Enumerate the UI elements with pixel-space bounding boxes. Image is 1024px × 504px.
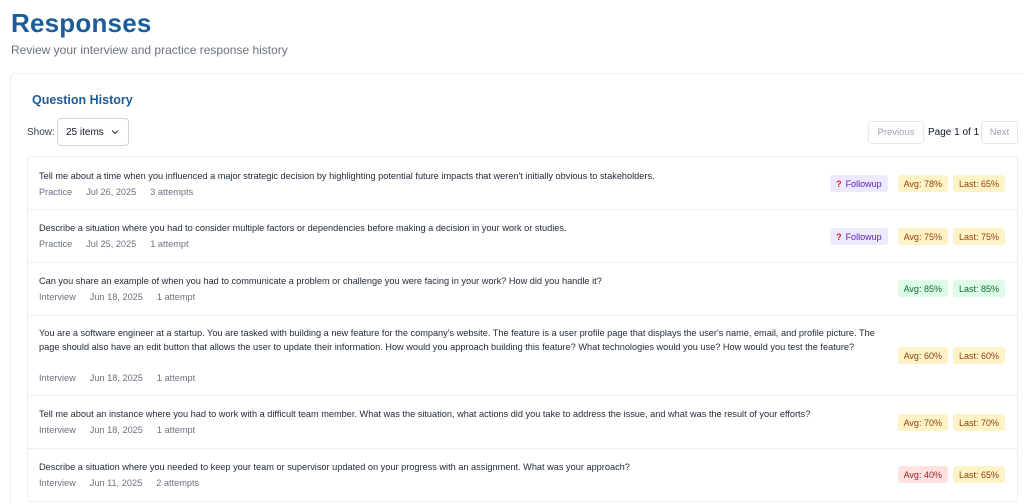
question-text: Describe a situation where you had to co… bbox=[39, 223, 567, 233]
last-score-badge: Last: 65% bbox=[952, 466, 1005, 483]
question-meta: Interview Jun 18, 2025 1 attempt bbox=[39, 292, 209, 302]
question-meta: Interview Jun 11, 2025 2 attempts bbox=[39, 478, 213, 488]
page-info: Page 1 of 1 bbox=[928, 127, 980, 138]
last-score-badge: Last: 65% bbox=[952, 175, 1005, 192]
avg-score-badge: Avg: 75% bbox=[897, 228, 948, 245]
question-mark-icon: ? bbox=[836, 231, 842, 242]
response-date: Jun 11, 2025 bbox=[89, 478, 143, 488]
attempt-count: 3 attempts bbox=[150, 187, 194, 197]
last-score-badge: Last: 70% bbox=[952, 414, 1005, 431]
response-date: Jul 25, 2025 bbox=[86, 239, 137, 249]
question-meta: Interview Jun 18, 2025 1 attempt bbox=[39, 373, 209, 383]
question-text: Can you share an example of when you had… bbox=[39, 276, 602, 286]
question-text: You are a software engineer at a startup… bbox=[39, 328, 875, 352]
previous-button[interactable]: Previous bbox=[868, 121, 924, 144]
response-type: Practice bbox=[39, 239, 73, 249]
page-title: Responses bbox=[11, 8, 152, 38]
response-date: Jun 18, 2025 bbox=[89, 425, 143, 435]
response-type: Interview bbox=[39, 425, 76, 435]
question-text: Describe a situation where you needed to… bbox=[39, 462, 630, 472]
avg-score-badge: Avg: 78% bbox=[897, 175, 948, 192]
question-meta: Practice Jul 25, 2025 1 attempt bbox=[39, 239, 203, 249]
question-meta: Practice Jul 26, 2025 3 attempts bbox=[39, 187, 207, 197]
page-subtitle: Review your interview and practice respo… bbox=[11, 43, 288, 57]
avg-score-badge: Avg: 40% bbox=[897, 466, 948, 483]
chevron-down-icon bbox=[111, 130, 119, 135]
attempt-count: 1 attempt bbox=[150, 239, 189, 249]
list-item[interactable]: Can you share an example of when you had… bbox=[28, 263, 1017, 316]
attempt-count: 1 attempt bbox=[156, 425, 196, 435]
avg-score-badge: Avg: 85% bbox=[897, 280, 948, 297]
question-text: Tell me about a time when you influenced… bbox=[39, 171, 655, 181]
last-score-badge: Last: 75% bbox=[952, 228, 1005, 245]
followup-badge[interactable]: ? Followup bbox=[830, 228, 888, 245]
avg-score-badge: Avg: 70% bbox=[897, 414, 948, 431]
page-size-value: 25 items bbox=[66, 126, 104, 138]
list-item[interactable]: Tell me about a time when you influenced… bbox=[28, 157, 1017, 210]
attempt-count: 2 attempts bbox=[156, 478, 200, 488]
question-meta: Interview Jun 18, 2025 1 attempt bbox=[39, 425, 209, 435]
followup-badge[interactable]: ? Followup bbox=[830, 175, 888, 192]
response-type: Interview bbox=[39, 478, 76, 488]
list-item[interactable]: Tell me about an instance where you had … bbox=[28, 396, 1017, 449]
list-item[interactable]: Describe a situation where you had to co… bbox=[28, 210, 1017, 263]
show-label: Show: bbox=[27, 127, 55, 138]
response-date: Jun 18, 2025 bbox=[89, 292, 143, 302]
question-list: Tell me about a time when you influenced… bbox=[27, 156, 1018, 502]
next-button[interactable]: Next bbox=[981, 121, 1018, 144]
avg-score-badge: Avg: 60% bbox=[897, 347, 948, 364]
response-type: Interview bbox=[39, 292, 76, 302]
response-date: Jun 18, 2025 bbox=[89, 373, 143, 383]
section-title: Question History bbox=[32, 93, 133, 107]
question-mark-icon: ? bbox=[836, 178, 842, 189]
attempt-count: 1 attempt bbox=[156, 373, 196, 383]
response-type: Interview bbox=[39, 373, 76, 383]
question-text: Tell me about an instance where you had … bbox=[39, 409, 811, 419]
last-score-badge: Last: 85% bbox=[952, 280, 1005, 297]
response-date: Jul 26, 2025 bbox=[86, 187, 137, 197]
response-type: Practice bbox=[39, 187, 73, 197]
list-item[interactable]: Describe a situation where you needed to… bbox=[28, 449, 1017, 502]
last-score-badge: Last: 60% bbox=[952, 347, 1005, 364]
list-item[interactable]: You are a software engineer at a startup… bbox=[28, 316, 1017, 396]
page-size-select[interactable]: 25 items bbox=[57, 118, 129, 146]
attempt-count: 1 attempt bbox=[156, 292, 196, 302]
